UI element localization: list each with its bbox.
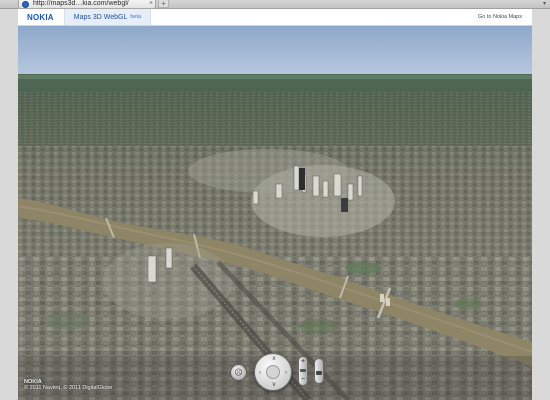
tilt-slider-thumb[interactable] (316, 371, 322, 375)
tab-maps-3d-webgl[interactable]: Maps 3D WebGL beta (63, 9, 152, 25)
compass-icon[interactable]: ☹ (230, 364, 247, 381)
attribution-text: © 2011 Navteq, © 2011 DigitalGlobe (24, 385, 113, 391)
zoom-slider-icon[interactable]: + − (298, 356, 308, 386)
map-attribution: NOKIA © 2011 Navteq, © 2011 DigitalGlobe (24, 379, 112, 391)
beta-badge: beta (130, 14, 142, 20)
pan-center[interactable] (266, 365, 280, 379)
tab-overflow-icon[interactable]: ▾ (543, 0, 546, 8)
header-spacer (151, 9, 478, 25)
pan-control-icon[interactable]: ∧ ‹ › ∨ (254, 353, 292, 391)
browser-tab-strip: http://maps3d…kia.com/webgl/ × + ▾ (0, 0, 550, 9)
close-icon[interactable]: × (147, 0, 155, 8)
tab-label: Maps 3D WebGL (73, 13, 128, 21)
go-to-nokia-maps-link[interactable]: Go to Nokia Maps (478, 9, 532, 25)
tab-url: http://maps3d…kia.com/webgl/ (33, 0, 129, 7)
zoom-slider-thumb[interactable] (300, 369, 306, 372)
new-tab-button[interactable]: + (158, 0, 169, 8)
browser-tab[interactable]: http://maps3d…kia.com/webgl/ × (18, 0, 156, 9)
pan-up-button[interactable]: ∧ (270, 355, 278, 363)
tilt-slider-icon[interactable] (314, 358, 324, 384)
zoom-in-button[interactable]: + (299, 358, 307, 366)
map-controls: ☹ ∧ ‹ › ∨ + − (226, 349, 336, 399)
nokia-logo[interactable]: NOKIA (18, 9, 64, 25)
map-viewport[interactable]: NOKIA © 2011 Navteq, © 2011 DigitalGlobe… (18, 26, 532, 400)
pan-down-button[interactable]: ∨ (270, 381, 278, 389)
globe-icon (22, 0, 29, 8)
pan-right-button[interactable]: › (282, 369, 290, 377)
pan-left-button[interactable]: ‹ (256, 369, 264, 377)
map-3d-scene (18, 26, 532, 400)
app-header: NOKIA Maps 3D WebGL beta Go to Nokia Map… (18, 9, 532, 26)
zoom-out-button[interactable]: − (299, 376, 307, 384)
